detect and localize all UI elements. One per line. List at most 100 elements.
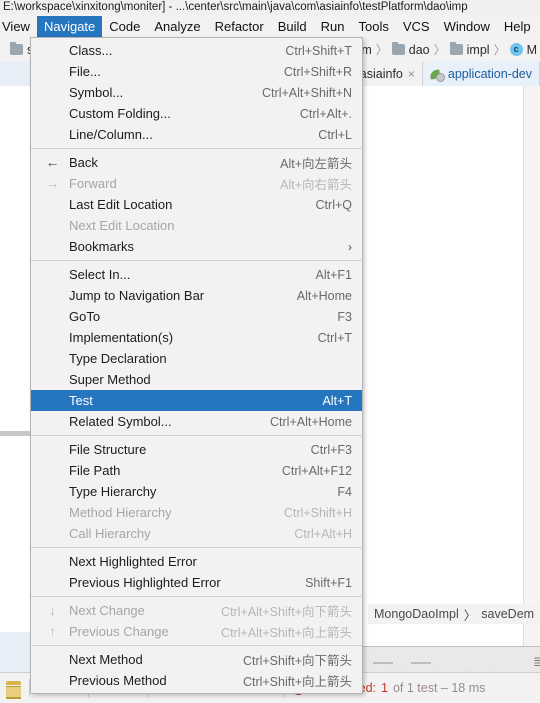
test-status-count: 1 (381, 681, 388, 695)
menu-item-next-change: ↓ Next Change Ctrl+Alt+Shift+向下箭头 (31, 600, 362, 621)
breadcrumb-separator-icon: 〉 (433, 43, 446, 57)
arrow-down-icon: ↓ (49, 602, 56, 618)
breadcrumb-separator-icon: 〉 (375, 43, 388, 57)
editor-tab-label: application-dev (447, 67, 532, 81)
menu-item-next-highlighted-error[interactable]: Next Highlighted Error (31, 551, 362, 572)
menu-separator (31, 148, 362, 149)
menu-item-label: Super Method (69, 372, 151, 387)
menu-item-shortcut: Ctrl+Shift+T (285, 43, 352, 58)
menu-item-label: Symbol... (69, 85, 124, 100)
editor-tab-application-dev[interactable]: application-dev (422, 62, 540, 86)
menu-item-shortcut: Ctrl+Shift+向下箭头 (242, 654, 352, 668)
menu-separator (31, 260, 362, 261)
menu-bar: View Navigate Code Analyze Refactor Buil… (0, 15, 540, 37)
arrow-right-icon: → (45, 175, 60, 191)
menu-item-label: Last Edit Location (69, 197, 173, 212)
menu-item-label: GoTo (69, 309, 101, 324)
breadcrumb-label: dao (408, 42, 430, 57)
menu-separator (31, 547, 362, 548)
menu-item-label: File... (69, 64, 101, 79)
menu-item-previous-method[interactable]: Previous Method Ctrl+Shift+向上箭头 (31, 670, 362, 691)
menu-window[interactable]: Window (437, 16, 497, 37)
menu-item-call-hierarchy: Call Hierarchy Ctrl+Alt+H (31, 523, 362, 544)
menu-item-label: Class... (69, 43, 113, 58)
menu-build[interactable]: Build (271, 16, 314, 37)
menu-item-custom-folding[interactable]: Custom Folding... Ctrl+Alt+. (31, 103, 362, 124)
folder-icon (10, 42, 23, 55)
menu-item-back[interactable]: ← Back Alt+向左箭头 (31, 152, 362, 173)
editor-breadcrumb[interactable]: MongoDaoImpl 〉 saveDem (368, 604, 540, 624)
menu-item-label: Type Declaration (69, 351, 167, 366)
menu-item-symbol[interactable]: Symbol... Ctrl+Alt+Shift+N (31, 82, 362, 103)
menu-item-type-declaration[interactable]: Type Declaration (31, 348, 362, 369)
menu-item-shortcut: Shift+F1 (305, 575, 352, 590)
editor-marker-scrollbar[interactable] (523, 86, 540, 646)
menu-refactor[interactable]: Refactor (208, 16, 271, 37)
menu-item-bookmarks[interactable]: Bookmarks › (31, 236, 362, 257)
folder-icon (449, 42, 463, 55)
menu-item-label: Type Hierarchy (69, 484, 157, 499)
menu-item-shortcut: Ctrl+Shift+向上箭头 (242, 675, 352, 689)
menu-item-implementations[interactable]: Implementation(s) Ctrl+T (31, 327, 362, 348)
breadcrumb-item-impl[interactable]: impl (447, 42, 493, 57)
menu-item-goto[interactable]: GoTo F3 (31, 306, 362, 327)
menu-item-label: Previous Highlighted Error (69, 575, 221, 590)
menu-item-jump-to-navigation-bar[interactable]: Jump to Navigation Bar Alt+Home (31, 285, 362, 306)
menu-item-type-hierarchy[interactable]: Type Hierarchy F4 (31, 481, 362, 502)
menu-item-shortcut: F3 (337, 309, 352, 324)
menu-item-class[interactable]: Class... Ctrl+Shift+T (31, 40, 362, 61)
menu-item-shortcut: Ctrl+L (318, 127, 352, 142)
menu-item-test[interactable]: Test Alt+T (31, 390, 362, 411)
chevron-right-icon: › (348, 239, 352, 254)
arrow-left-icon: ← (45, 154, 60, 170)
menu-item-label: Method Hierarchy (69, 505, 172, 520)
menu-item-label: Bookmarks (69, 239, 135, 254)
menu-vcs[interactable]: VCS (396, 16, 437, 37)
menu-item-line-column[interactable]: Line/Column... Ctrl+L (31, 124, 362, 145)
test-status-suffix: of 1 test – 18 ms (392, 681, 486, 695)
navigate-dropdown-menu[interactable]: Class... Ctrl+Shift+T File... Ctrl+Shift… (30, 37, 363, 694)
menu-item-previous-highlighted-error[interactable]: Previous Highlighted Error Shift+F1 (31, 572, 362, 593)
menu-analyze[interactable]: Analyze (147, 16, 207, 37)
menu-item-last-edit-location[interactable]: Last Edit Location Ctrl+Q (31, 194, 362, 215)
editor-breadcrumb-class[interactable]: MongoDaoImpl (374, 607, 459, 621)
menu-item-shortcut: Ctrl+Alt+Shift+N (262, 85, 352, 100)
menu-run[interactable]: Run (314, 16, 352, 37)
menu-item-label: File Structure (69, 442, 147, 457)
menu-view[interactable]: View (0, 16, 37, 37)
menu-item-previous-change: ↑ Previous Change Ctrl+Alt+Shift+向上箭头 (31, 621, 362, 642)
menu-item-shortcut: Ctrl+Shift+R (283, 64, 352, 79)
menu-item-select-in[interactable]: Select In... Alt+F1 (31, 264, 362, 285)
editor-breadcrumb-method[interactable]: saveDem (481, 607, 534, 621)
build-icon[interactable] (0, 676, 26, 700)
breadcrumb-item-class[interactable]: c M (507, 43, 540, 57)
menu-item-file[interactable]: File... Ctrl+Shift+R (31, 61, 362, 82)
close-icon[interactable]: × (408, 67, 415, 81)
breadcrumb-item-dao[interactable]: dao (389, 42, 433, 57)
menu-item-file-structure[interactable]: File Structure Ctrl+F3 (31, 439, 362, 460)
menu-help[interactable]: Help (497, 16, 538, 37)
menu-item-next-method[interactable]: Next Method Ctrl+Shift+向下箭头 (31, 649, 362, 670)
menu-item-shortcut: Ctrl+Q (315, 197, 352, 212)
menu-item-label: Test (69, 393, 93, 408)
menu-item-label: Custom Folding... (69, 106, 171, 121)
menu-item-label: Jump to Navigation Bar (69, 288, 205, 303)
menu-item-shortcut: Ctrl+F3 (310, 442, 352, 457)
breadcrumb-label: impl (466, 42, 490, 57)
menu-item-super-method[interactable]: Super Method (31, 369, 362, 390)
menu-tools[interactable]: Tools (352, 16, 396, 37)
menu-code[interactable]: Code (102, 16, 147, 37)
menu-item-label: Call Hierarchy (69, 526, 151, 541)
menu-item-related-symbol[interactable]: Related Symbol... Ctrl+Alt+Home (31, 411, 362, 432)
menu-item-label: Next Change (69, 603, 145, 618)
menu-item-shortcut: Ctrl+T (317, 330, 352, 345)
folder-icon (391, 42, 405, 55)
tool-window-settings-icon[interactable]: ≣ (533, 654, 540, 670)
menu-item-shortcut: Ctrl+Alt+Shift+向下箭头 (221, 605, 352, 619)
menu-item-file-path[interactable]: File Path Ctrl+Alt+F12 (31, 460, 362, 481)
menu-navigate[interactable]: Navigate (36, 15, 103, 37)
menu-item-shortcut: Alt+T (322, 393, 352, 408)
menu-item-label: Next Edit Location (69, 218, 175, 233)
menu-item-shortcut: F4 (337, 484, 352, 499)
ide-window: E:\workspace\xinxitong\moniter] - ...\ce… (0, 0, 540, 703)
